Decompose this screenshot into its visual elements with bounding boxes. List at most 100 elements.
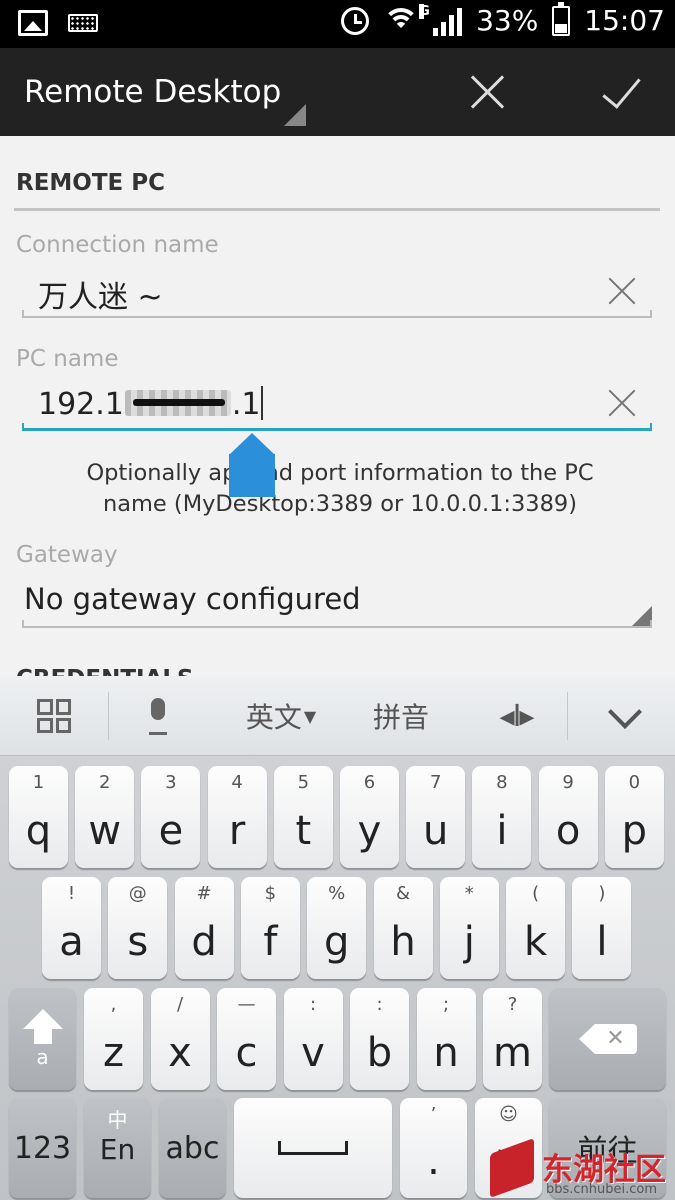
connection-name-label: Connection name	[16, 232, 219, 258]
key-y[interactable]: 6y	[340, 766, 399, 868]
text-cursor	[260, 386, 263, 420]
key-x[interactable]: / x	[150, 988, 210, 1090]
key-s[interactable]: @ s	[108, 877, 168, 979]
section-title-credentials: CREDENTIALS	[16, 666, 194, 676]
dropdown-small-icon: ▼	[303, 706, 317, 726]
key-primary-label: f	[263, 919, 278, 965]
watermark-url: bbs.cnhubei.com	[546, 1182, 658, 1197]
voice-input-button[interactable]	[110, 676, 206, 756]
key-primary-label: w	[88, 808, 122, 854]
language-toggle-button[interactable]: 英文 ▼	[226, 676, 336, 756]
key-q[interactable]: 1q	[9, 766, 68, 868]
dropdown-triangle-icon[interactable]	[630, 606, 652, 628]
language-switch-key[interactable]: 中 En	[84, 1098, 151, 1198]
key-g[interactable]: % g	[307, 877, 367, 979]
ime-toolbar: 英文 ▼ 拼音 ◂I▸	[0, 676, 675, 756]
numbers-key-label: 123	[13, 1130, 72, 1166]
watermark-cube-icon	[490, 1137, 534, 1199]
key-t[interactable]: 5t	[273, 766, 333, 868]
key-primary-label: e	[158, 808, 184, 854]
key-u[interactable]: 7u	[406, 766, 466, 868]
key-secondary-label: 9	[562, 772, 574, 793]
period-key-label: .	[427, 1138, 440, 1184]
key-b[interactable]: :b	[350, 988, 409, 1090]
key-secondary-label: 5	[297, 772, 310, 793]
abc-key[interactable]: abc	[159, 1098, 226, 1198]
language-label: 英文	[245, 701, 302, 734]
clear-pc-name-icon[interactable]	[608, 388, 638, 418]
key-e[interactable]: 3e	[141, 766, 201, 868]
key-secondary-label: 3	[165, 772, 177, 793]
key-l[interactable]: ) l	[572, 877, 632, 979]
signal-icon: G	[419, 3, 463, 36]
key-a[interactable]: ! a	[42, 877, 101, 979]
key-secondary-label: $	[264, 883, 277, 904]
pc-name-value-start: 192.1	[38, 387, 124, 422]
key-secondary-label: (	[532, 883, 540, 904]
key-d[interactable]: # d	[174, 877, 234, 979]
key-h[interactable]: & h	[373, 877, 433, 979]
spinner-triangle-icon[interactable]	[284, 104, 306, 126]
gateway-underline	[22, 620, 652, 628]
close-icon[interactable]	[470, 74, 506, 110]
key-primary-label: a	[59, 919, 84, 965]
redacted-mask	[124, 390, 231, 416]
key-secondary-label: ,	[110, 994, 117, 1015]
key-n[interactable]: ; n	[416, 988, 476, 1090]
key-f[interactable]: $ f	[240, 877, 300, 979]
checkmark-icon[interactable]	[600, 70, 644, 110]
soft-keyboard: a 123 中 En abc ’ . ☺ 符 前往 1q2w3e4r5t6y7u…	[0, 756, 675, 1200]
connection-name-input[interactable]: 万人迷 ~	[38, 272, 163, 316]
clear-connection-name-icon[interactable]	[608, 276, 638, 306]
gallery-icon	[18, 10, 48, 36]
key-i[interactable]: 8i	[472, 766, 532, 868]
key-secondary-label: /	[176, 994, 184, 1015]
key-primary-label: y	[357, 808, 382, 854]
key-secondary-label: ;	[442, 994, 450, 1015]
key-p[interactable]: 0p	[604, 766, 664, 868]
gateway-dropdown[interactable]: No gateway configured	[24, 582, 361, 616]
key-secondary-label: 6	[363, 772, 376, 793]
backspace-key[interactable]	[549, 988, 666, 1090]
key-c[interactable]: — c	[217, 988, 276, 1090]
section-title-remote-pc: REMOTE PC	[16, 170, 166, 196]
shift-key[interactable]: a	[9, 988, 76, 1090]
key-m[interactable]: ? m	[483, 988, 542, 1090]
ime-menu-button[interactable]	[0, 676, 108, 756]
key-v[interactable]: :v	[283, 988, 343, 1090]
section-divider	[14, 208, 660, 211]
cursor-handle[interactable]	[229, 433, 275, 497]
hide-keyboard-button[interactable]	[570, 676, 675, 756]
key-j[interactable]: * j	[439, 877, 499, 979]
gateway-label: Gateway	[16, 542, 118, 568]
space-key[interactable]	[234, 1098, 392, 1198]
key-secondary-label: 2	[98, 772, 111, 793]
pinyin-button[interactable]: 拼音	[346, 676, 456, 756]
cursor-move-button[interactable]: ◂I▸	[466, 676, 566, 756]
shift-icon	[22, 1009, 63, 1045]
keyboard-icon	[68, 14, 98, 32]
key-primary-label: q	[25, 808, 52, 854]
emoji-icon: ☺	[499, 1104, 518, 1125]
key-primary-label: l	[596, 919, 608, 965]
numbers-key[interactable]: 123	[9, 1098, 76, 1198]
key-primary-label: k	[524, 919, 548, 965]
pc-name-input[interactable]: 192.1 .1	[38, 386, 263, 422]
pc-name-hint: Optionally append port information to th…	[86, 460, 594, 517]
key-secondary-label: 1	[32, 772, 45, 793]
key-primary-label: h	[390, 919, 416, 965]
key-w[interactable]: 2w	[75, 766, 135, 868]
key-k[interactable]: (k	[506, 877, 566, 979]
app-title[interactable]: Remote Desktop	[24, 74, 281, 110]
status-bar: G 33% 15:07	[0, 0, 675, 48]
lang-key-bottom: En	[99, 1133, 136, 1166]
battery-icon	[552, 1, 571, 36]
key-primary-label: z	[103, 1030, 124, 1076]
period-key[interactable]: ’ .	[400, 1098, 467, 1198]
key-r[interactable]: 4r	[207, 766, 267, 868]
key-secondary-label: )	[598, 883, 606, 904]
key-o[interactable]: 9o	[538, 766, 598, 868]
battery-percent: 33%	[476, 4, 539, 37]
key-z[interactable]: ,z	[84, 988, 143, 1090]
pc-name-label: PC name	[16, 346, 119, 372]
